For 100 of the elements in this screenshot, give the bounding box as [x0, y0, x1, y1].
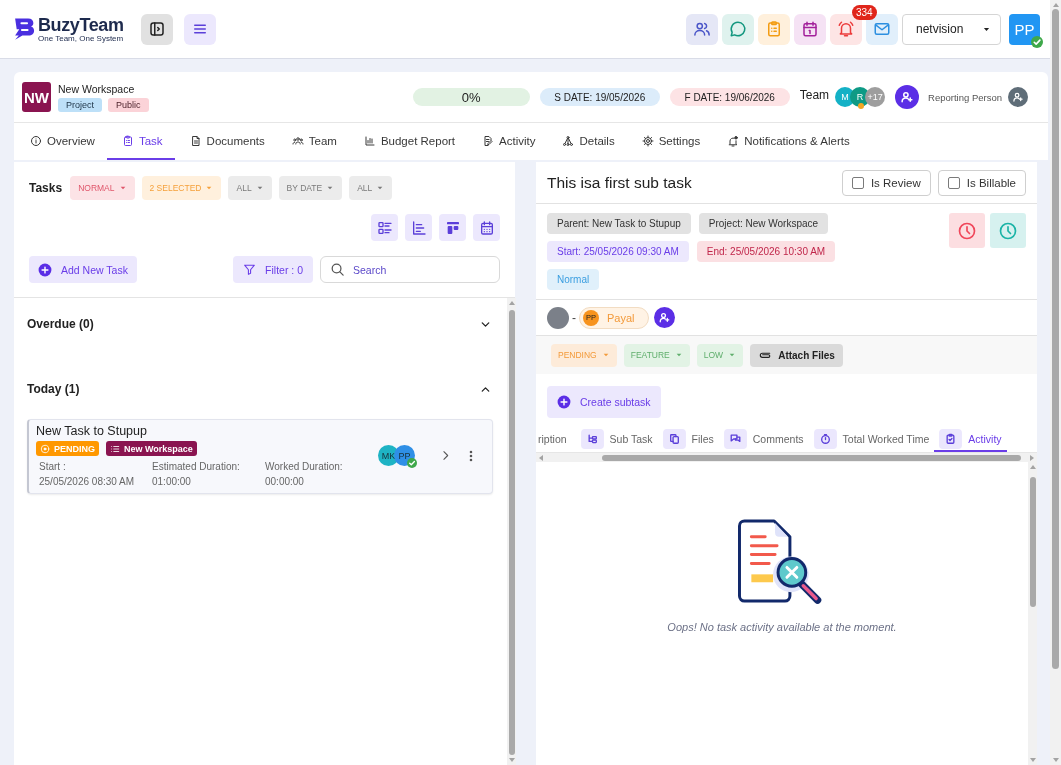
- scrollbar[interactable]: [507, 298, 516, 765]
- checkbox-option[interactable]: Is Billable: [937, 169, 1026, 196]
- logo-icon: [12, 16, 37, 42]
- filter-dropdown[interactable]: ALL: [228, 176, 272, 200]
- detail-tab[interactable]: ription: [536, 427, 572, 452]
- workspace-dropdown[interactable]: netvision: [902, 13, 1001, 45]
- clipboard-icon: [765, 20, 783, 38]
- nav-tab[interactable]: Task: [106, 123, 175, 160]
- brand-name: BuzyTeam: [38, 15, 124, 34]
- add-task-button[interactable]: Add New Task: [29, 256, 137, 283]
- checkbox[interactable]: [947, 176, 960, 189]
- menu-button[interactable]: [184, 13, 216, 45]
- person-add-icon[interactable]: [895, 85, 920, 109]
- filter-button[interactable]: Filter : 0: [233, 256, 313, 283]
- parent-task-label: Parent: New Task to Stupup: [547, 213, 691, 234]
- clipboard-check-icon: [939, 428, 963, 449]
- info-icon: [30, 134, 42, 147]
- caret-icon: [376, 184, 385, 192]
- person-add-icon[interactable]: [653, 307, 675, 328]
- filter-dropdown[interactable]: BY DATE: [278, 176, 343, 200]
- caret-icon: [728, 351, 737, 359]
- chat-button[interactable]: [722, 13, 754, 45]
- envelope-icon: [873, 20, 891, 38]
- timeline-bars-icon: [410, 219, 427, 236]
- member-avatar: +17: [865, 87, 886, 107]
- group-header[interactable]: Today (1): [27, 377, 493, 401]
- checkbox-option[interactable]: Is Review: [841, 169, 931, 196]
- nav-tab[interactable]: Details: [547, 123, 627, 160]
- caret-icon: [674, 351, 683, 359]
- sidebar-toggle-button[interactable]: [141, 13, 173, 45]
- scrollbar[interactable]: [536, 453, 1037, 462]
- end-time-label: End: 25/05/2026 10:30 AM: [696, 241, 836, 262]
- edit-document-icon: [482, 134, 495, 147]
- team-label: Team: [799, 88, 830, 102]
- board-columns-icon: [444, 219, 461, 236]
- board-view-button[interactable]: [439, 214, 466, 241]
- copy-files-icon: [662, 428, 686, 449]
- assignee-name: Payal: [607, 311, 635, 324]
- nav-tab[interactable]: Budget Report: [348, 123, 468, 160]
- scrollbar[interactable]: [1028, 462, 1037, 765]
- checkbox[interactable]: [851, 176, 864, 189]
- people-icon: [693, 20, 711, 38]
- list-view-button[interactable]: [371, 214, 398, 241]
- bell-icon: [837, 20, 855, 38]
- field-value: 01:00:00: [152, 476, 192, 487]
- field-label: Start :: [39, 461, 67, 472]
- caret-icon: [255, 184, 264, 192]
- workspace-name: New Workspace: [58, 82, 136, 95]
- bar-chart-icon: [363, 134, 376, 147]
- task-card[interactable]: New Task to Stupup PENDING New Workspace Start : 25/05/2026 08:30 AM Estimated Duration: 01:00:00 Worked Duration: 00:00:00 MK PP: [27, 419, 493, 494]
- attach-files-button[interactable]: Attach Files: [750, 343, 843, 367]
- list-icon: [110, 443, 120, 454]
- nav-tab[interactable]: Team: [276, 123, 349, 160]
- hierarchy-icon: [562, 134, 575, 147]
- document-icon: [189, 134, 202, 147]
- nav-tab[interactable]: Documents: [174, 123, 277, 160]
- search-field[interactable]: Search: [320, 256, 500, 283]
- settings-icon: [641, 134, 654, 147]
- list-view-icon: [376, 219, 393, 236]
- notification-count: 334: [852, 4, 877, 20]
- nav-tab[interactable]: Notifications & Alerts: [712, 123, 862, 160]
- caret-icon: [326, 184, 335, 192]
- separator-text: -: [572, 310, 576, 325]
- field-value: 00:00:00: [265, 476, 305, 487]
- nav-tab[interactable]: Settings: [626, 123, 713, 160]
- filter-dropdown[interactable]: ALL: [349, 176, 393, 200]
- reporting-person-label: Reporting Person: [928, 91, 1002, 103]
- subtask-title: This isa first sub task: [547, 173, 693, 192]
- start-time-label: Start: 25/05/2026 09:30 AM: [547, 241, 689, 262]
- scrollbar[interactable]: [1050, 0, 1061, 765]
- owner-photo-placeholder: [547, 306, 569, 329]
- calendar-view-button[interactable]: [473, 214, 500, 241]
- plus-circle-icon: [557, 395, 571, 409]
- status-label: PENDING: [54, 443, 95, 454]
- caret-icon: [118, 184, 127, 192]
- sidebar-panel-icon: [148, 20, 166, 38]
- workspace-tag: Public: [108, 97, 149, 112]
- project-name-label: Project: New Workspace: [698, 213, 829, 234]
- timeline-view-button[interactable]: [405, 214, 432, 241]
- brand-tagline: One Team, One System: [38, 33, 124, 43]
- calendar-button[interactable]: [794, 13, 826, 45]
- tasks-heading: Tasks: [29, 181, 63, 195]
- detail-tab[interactable]: Sub Task: [575, 427, 658, 452]
- group-header[interactable]: Overdue (0): [27, 312, 493, 336]
- detail-tab[interactable]: Files: [657, 427, 719, 452]
- person-add-icon[interactable]: [1008, 87, 1028, 107]
- nav-tab[interactable]: Overview: [15, 123, 107, 160]
- detail-tab[interactable]: Total Worked Time: [808, 427, 935, 452]
- task-title: New Task to Stupup: [36, 424, 148, 439]
- team-button[interactable]: [686, 13, 718, 45]
- field-label: Estimated Duration:: [152, 461, 241, 472]
- priority-label: Normal: [547, 269, 600, 290]
- stopwatch-icon: [813, 428, 837, 449]
- create-subtask-button[interactable]: Create subtask: [547, 386, 661, 418]
- nav-tab[interactable]: Activity: [467, 123, 548, 160]
- filter-icon: [243, 263, 257, 276]
- timer-button[interactable]: [949, 213, 985, 248]
- workspace-avatar: NW: [22, 82, 51, 112]
- search-icon: [330, 262, 345, 277]
- detail-tab[interactable]: Comments: [718, 427, 809, 452]
